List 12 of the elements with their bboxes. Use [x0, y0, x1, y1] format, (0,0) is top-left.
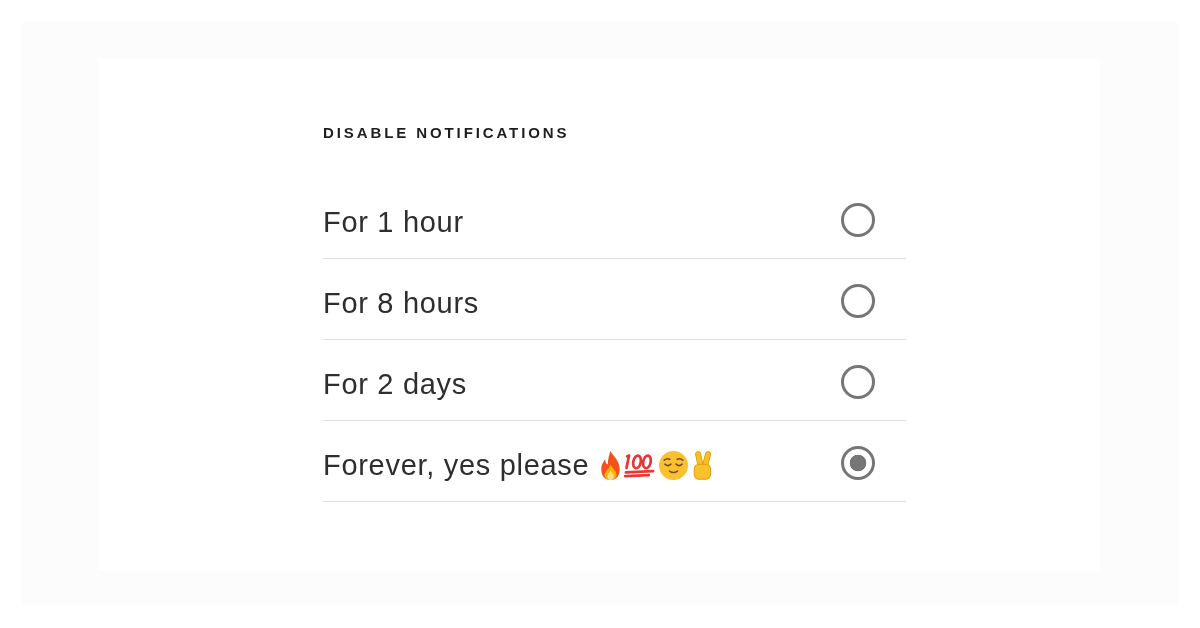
section-heading: DISABLE NOTIFICATIONS: [323, 123, 570, 143]
radio-button[interactable]: [841, 284, 875, 318]
option-label: For 8 hours: [323, 286, 479, 320]
fire-icon: [601, 450, 621, 480]
radio-button[interactable]: [841, 446, 875, 480]
relieved-face-icon: [659, 450, 689, 480]
option-label: Forever, yes please: [323, 448, 590, 482]
option-label: For 2 days: [323, 367, 467, 401]
radio-button[interactable]: [841, 365, 875, 399]
radio-button[interactable]: [841, 203, 875, 237]
option-label: For 1 hour: [323, 205, 464, 239]
hundred-points-icon: [624, 452, 656, 478]
